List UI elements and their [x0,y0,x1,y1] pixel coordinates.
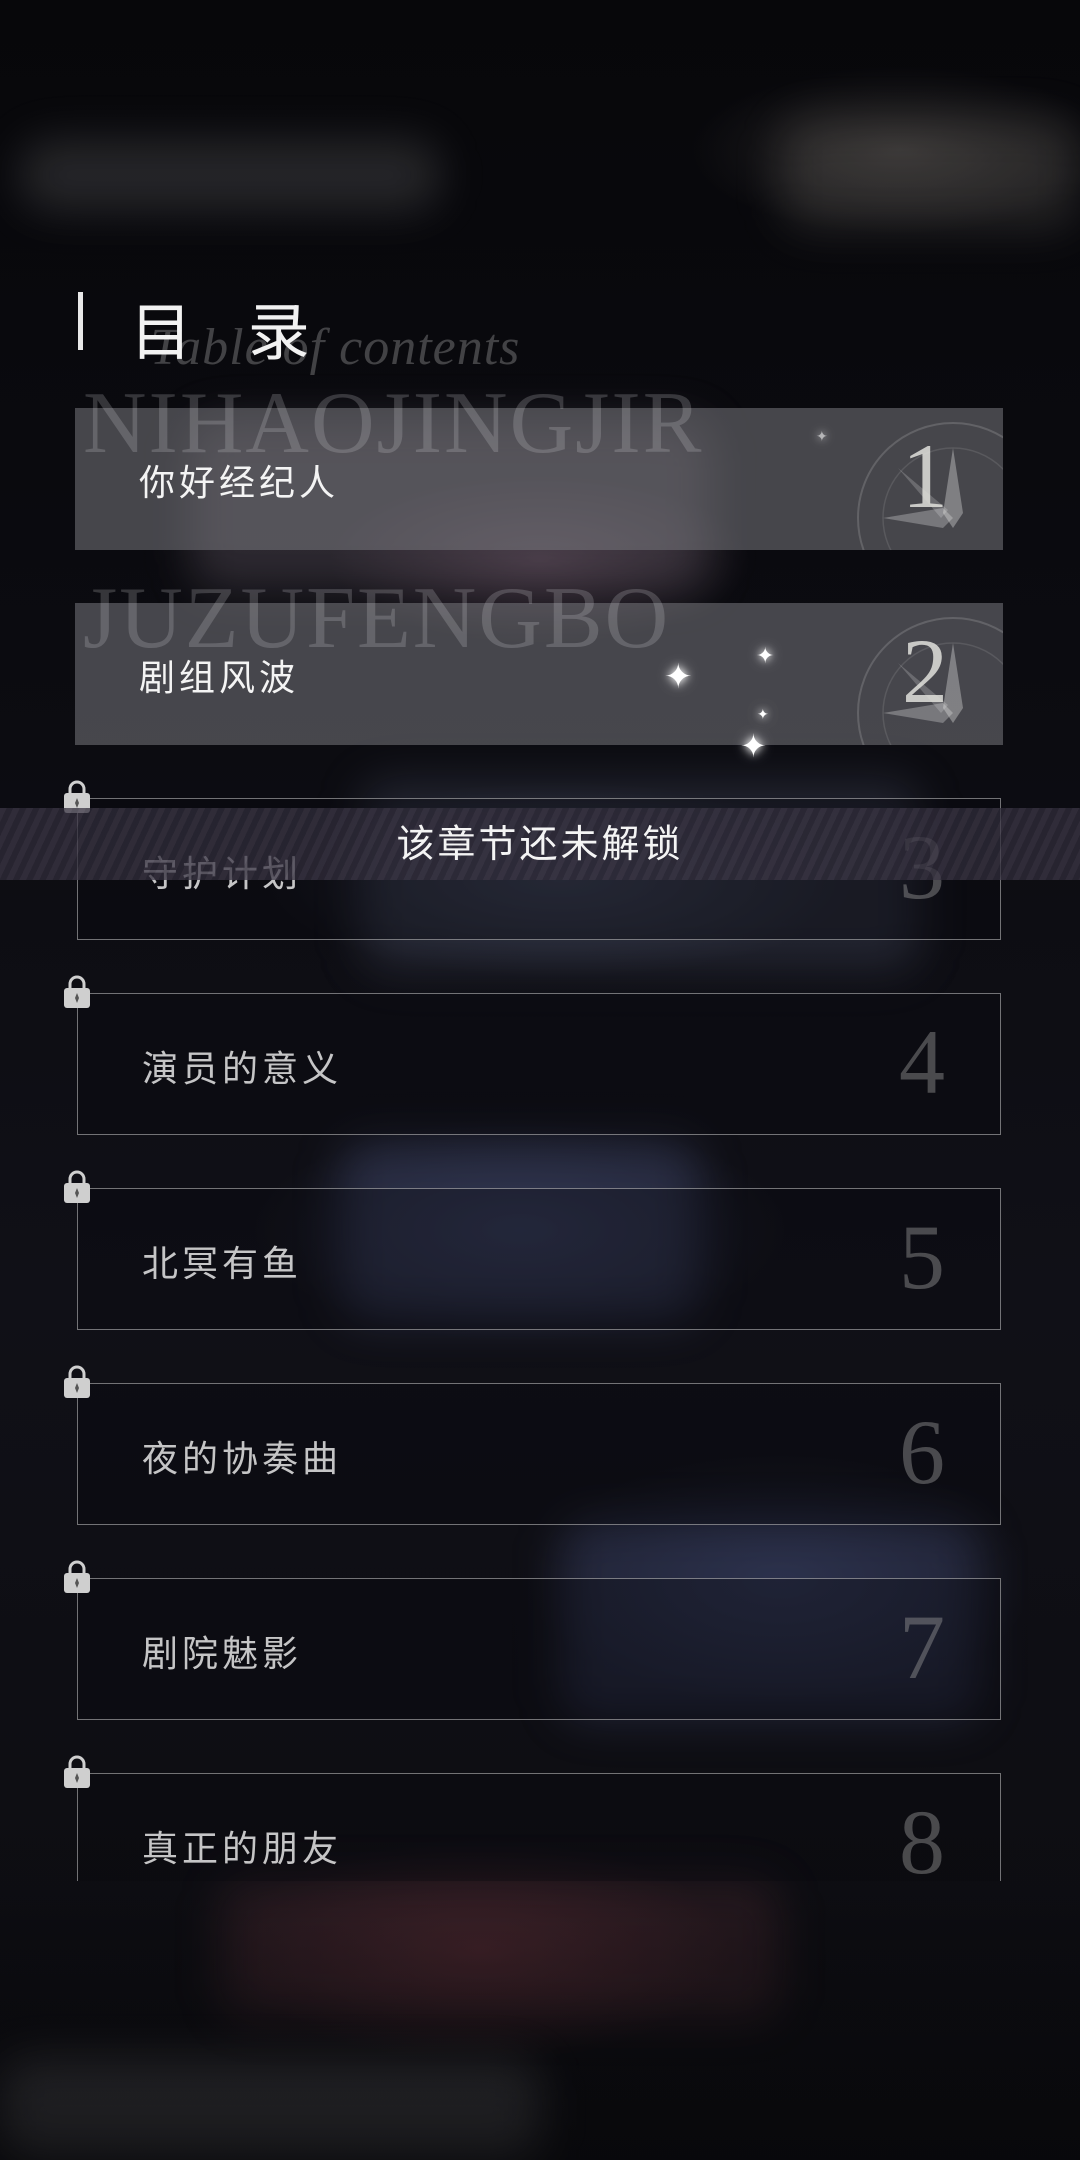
chapter-title: 剧院魅影 [142,1634,303,1675]
chapter-card-6[interactable]: 夜的协奏曲 6 [64,1365,1001,1525]
chapter-title: 演员的意义 [142,1049,343,1090]
chapter-title: 夜的协奏曲 [142,1439,343,1480]
sparkle-icon: ✦ [664,657,693,697]
lock-icon [64,1755,90,1788]
bottom-fade [0,1880,1080,2160]
chapter-card-8[interactable]: 真正的朋友 8 [64,1755,1001,1888]
chapter-number: 8 [899,1791,945,1893]
chapter-select-screen: Table of contents 目 录 NIHAOJINGJIR 你好经纪人… [0,0,1080,2160]
lock-icon [64,1560,90,1593]
sparkle-icon: ✦ [740,727,767,765]
chapter-number: 4 [899,1011,945,1113]
chapter-title: 你好经纪人 [139,463,340,504]
chapter-card-7[interactable]: 剧院魅影 7 [64,1560,1001,1720]
locked-chapter-toast: 该章节还未解锁 [0,808,1080,880]
chapter-number: 5 [899,1206,945,1308]
blurred-header-art-right [780,120,1080,230]
chapter-number: 6 [899,1401,945,1503]
chapter-number: 2 [902,620,948,722]
chapter-number: 1 [902,425,948,527]
lock-icon [64,975,90,1008]
chapter-title: 北冥有鱼 [142,1244,303,1285]
lock-icon [64,1365,90,1398]
title-accent-bar [78,292,83,350]
chapter-card-1[interactable]: NIHAOJINGJIR 你好经纪人 1 [75,380,1003,550]
sparkle-icon: ✦ [816,429,828,445]
chapter-card-2[interactable]: JUZUFENGBO 剧组风波 2 [75,575,1003,745]
blurred-header-art [20,140,440,210]
chapter-card-5[interactable]: 北冥有鱼 5 [64,1170,1001,1330]
sparkle-icon: ✦ [757,707,769,723]
toast-message: 该章节还未解锁 [396,822,684,866]
chapter-title: 真正的朋友 [142,1829,343,1870]
chapter-number: 7 [899,1596,945,1698]
lock-icon [64,1170,90,1203]
sparkle-icon: ✦ [756,644,775,669]
chapter-title: 剧组风波 [139,658,300,699]
chapter-card-4[interactable]: 演员的意义 4 [64,975,1001,1135]
page-title: 目 录 [130,296,328,369]
